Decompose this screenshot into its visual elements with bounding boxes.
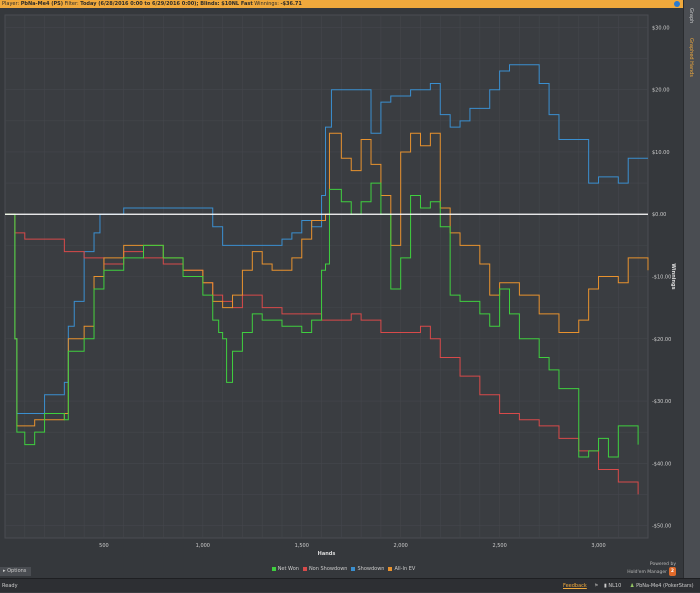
- legend-item-non_showdown[interactable]: Non Showdown: [309, 566, 348, 572]
- legend: Net Won Non Showdown Showdown All-In EV: [0, 566, 683, 572]
- x-tick-label: 3,000: [591, 543, 605, 549]
- y-axis-label: Winnings: [670, 263, 676, 289]
- legend-swatch: [271, 566, 276, 571]
- winnings-label: Winnings:: [254, 1, 279, 7]
- status-text: Ready: [2, 583, 18, 589]
- brand-name: Hold'em Manager: [627, 570, 667, 575]
- status-bar: Ready Feedback ⚑ ▮ NL10 ♟ PbNa-Me4 (Poke…: [0, 578, 700, 592]
- tab-graph[interactable]: Graph: [688, 8, 694, 23]
- y-tick-label: $0.00: [652, 212, 666, 218]
- filter-value: Today (6/28/2016 0:00 to 6/29/2016 0:00)…: [80, 1, 253, 7]
- legend-swatch: [351, 566, 356, 571]
- winnings-value: -$36.71: [280, 1, 302, 7]
- x-tick-label: 2,000: [394, 543, 408, 549]
- legend-swatch: [388, 566, 393, 571]
- legend-swatch: [302, 566, 307, 571]
- x-tick-label: 2,500: [492, 543, 506, 549]
- filter-label: Filter:: [64, 1, 79, 7]
- filter-bar: Player: PbNa-Me4 (PS) Filter: Today (6/2…: [0, 0, 683, 8]
- y-tick-label: $20.00: [652, 88, 670, 94]
- y-tick-label: -$10.00: [652, 275, 671, 281]
- chips-icon: ▮: [604, 583, 607, 589]
- y-tick-label: -$30.00: [652, 399, 671, 405]
- legend-item-net_won[interactable]: Net Won: [278, 566, 299, 572]
- player-name: PbNa-Me4 (PS): [20, 1, 64, 7]
- feedback-link[interactable]: Feedback: [563, 579, 587, 593]
- chart-area: $30.00 $20.00 $10.00 $0.00 -$10.00 -$20.00 -$3…: [0, 8, 683, 578]
- y-tick-label: $30.00: [652, 25, 670, 31]
- info-icon[interactable]: [674, 1, 680, 7]
- y-tick-label: -$40.00: [652, 461, 671, 467]
- side-panel: Graph Graphed Hands: [683, 0, 700, 578]
- x-axis-label: Hands: [318, 551, 336, 557]
- x-tick-label: 1,500: [295, 543, 309, 549]
- x-tick-label: 500: [99, 543, 109, 549]
- y-tick-label: -$20.00: [652, 337, 671, 343]
- stake-label: NL10: [608, 583, 622, 589]
- legend-item-all_in_ev[interactable]: All-In EV: [394, 566, 415, 572]
- y-tick-label: $10.00: [652, 150, 670, 156]
- brand: Powered by Hold'em Manager 2: [620, 562, 676, 576]
- player-label: Player:: [2, 1, 20, 7]
- player-status-label: PbNa-Me4 (PokerStars): [636, 583, 694, 589]
- legend-item-showdown[interactable]: Showdown: [357, 566, 384, 572]
- player-icon: ♟: [630, 583, 635, 589]
- winnings-chart: $30.00 $20.00 $10.00 $0.00 -$10.00 -$20.00 -$3…: [4, 14, 676, 557]
- stake-indicator[interactable]: ▮ NL10: [604, 579, 621, 593]
- flag-icon: ⚑: [594, 583, 599, 589]
- x-tick-label: 1,000: [196, 543, 210, 549]
- hm2-logo: 2: [669, 567, 676, 576]
- tab-graphed-hands[interactable]: Graphed Hands: [688, 38, 694, 77]
- player-indicator[interactable]: ♟ PbNa-Me4 (PokerStars): [630, 579, 694, 593]
- y-tick-label: -$50.00: [652, 524, 671, 530]
- powered-by: Powered by: [649, 562, 676, 567]
